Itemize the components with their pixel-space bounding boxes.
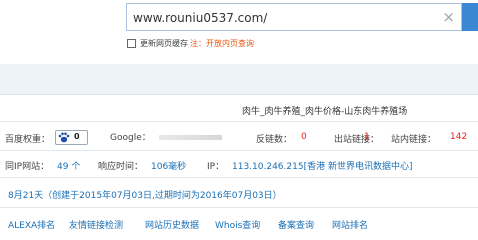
tool-link-alexa[interactable]: ALEXA排名 (8, 218, 55, 231)
tool-link-icp[interactable]: 备案查询 (278, 218, 314, 231)
inlinks-value[interactable]: 142 (450, 132, 467, 142)
paw-icon (58, 132, 70, 143)
tool-link-friend-links[interactable]: 友情链接检测 (69, 218, 123, 231)
tool-link-rank[interactable]: 网站排名 (332, 218, 368, 231)
baidu-weight-label: 百度权重： (5, 135, 51, 145)
inlinks-label: 站内链接： (391, 135, 437, 145)
update-cache-checkbox[interactable] (127, 39, 136, 48)
response-time-value: 106毫秒 (151, 162, 187, 172)
cache-option: 更新网页缓存 注：开放内页查询 (127, 38, 254, 49)
ip-label: IP： (207, 162, 225, 172)
search-input-value: www.rouniu0537.com/ (133, 11, 268, 25)
same-ip-value[interactable]: 49 个 (57, 159, 80, 172)
outlinks-label: 出站链接： (334, 135, 380, 145)
divider (0, 177, 478, 178)
baidu-weight-badge[interactable]: 0 (55, 130, 88, 145)
baidu-weight-value: 0 (74, 132, 80, 141)
site-title: 肉牛_肉牛养殖_肉牛价格-山东肉牛养殖场 (242, 107, 408, 117)
close-icon[interactable]: × (442, 8, 455, 26)
inner-page-note: 注：开放内页查询 (190, 39, 254, 48)
response-time-label: 响应时间： (98, 162, 144, 172)
tool-link-whois[interactable]: Whois查询 (215, 218, 260, 231)
ip-value[interactable]: 113.10.246.215[香港 新世界电讯数据中心] (232, 159, 412, 172)
google-label: Google： (110, 133, 151, 143)
domain-age: 8月21天（创建于2015年07月03日,过期时间为2016年07月03日） (8, 191, 282, 201)
google-pr-bar (159, 135, 222, 140)
update-cache-label: 更新网页缓存 (140, 39, 188, 48)
outlinks-value[interactable]: 1 (364, 132, 370, 142)
backlinks-label: 反链数： (256, 135, 293, 145)
backlinks-value[interactable]: 0 (301, 132, 307, 142)
header-band (0, 64, 478, 95)
url-search-input[interactable]: www.rouniu0537.com/ × (126, 3, 462, 31)
search-button-edge[interactable] (472, 3, 478, 31)
tool-link-history[interactable]: 网站历史数据 (145, 218, 199, 231)
divider (0, 207, 478, 208)
divider (0, 121, 478, 122)
divider (0, 150, 478, 151)
same-ip-label: 同IP网站： (5, 162, 50, 172)
